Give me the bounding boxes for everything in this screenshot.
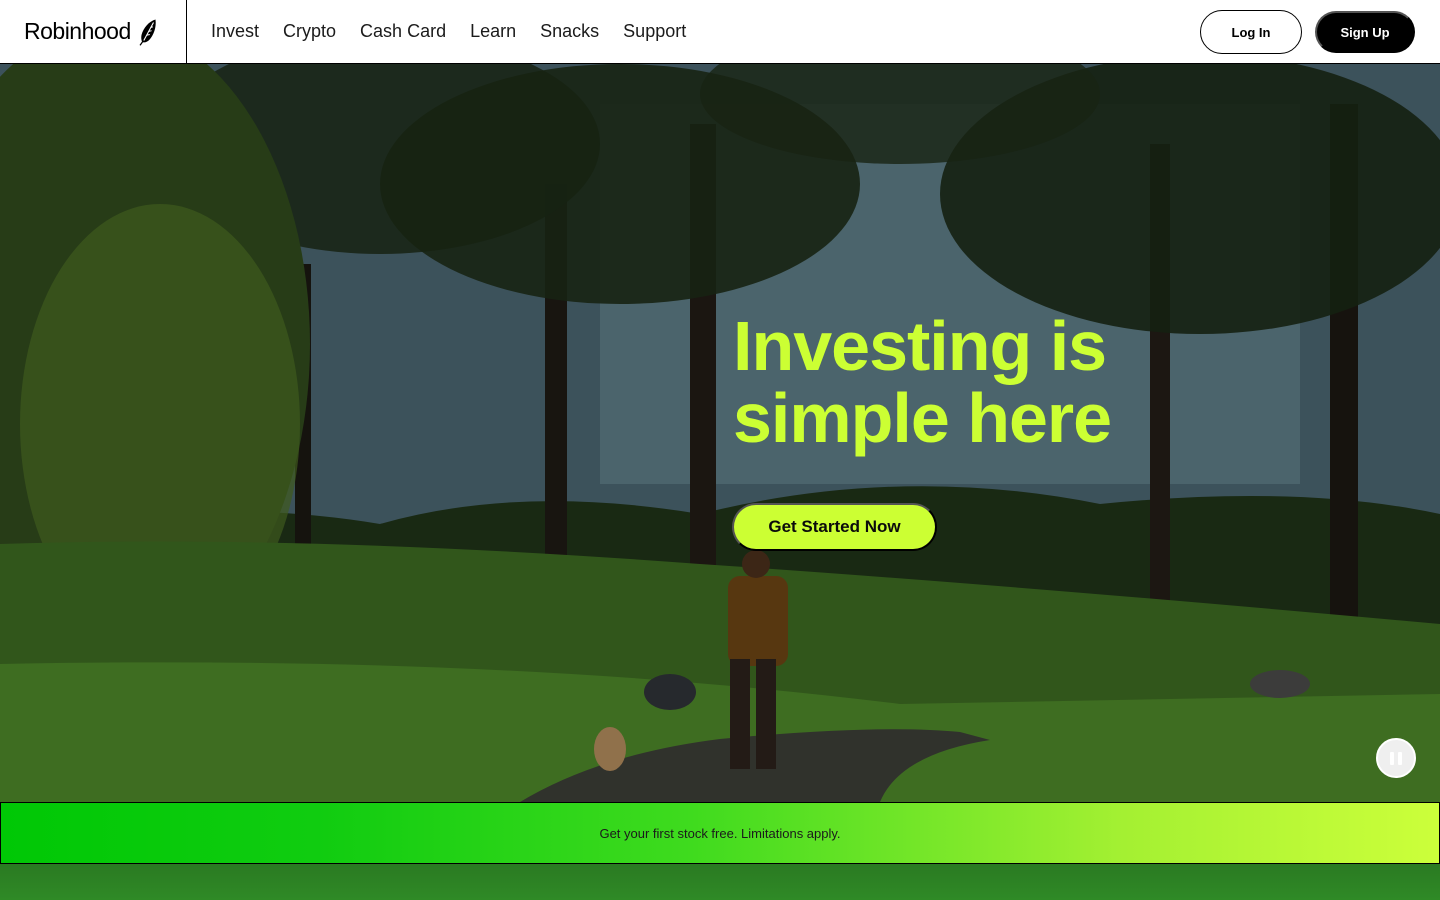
robinhood-logo[interactable]: Robinhood (0, 0, 187, 64)
login-button[interactable]: Log In (1200, 10, 1302, 54)
nav-item-learn[interactable]: Learn (470, 21, 516, 42)
site-header: Robinhood Invest Crypto Cash Card Learn … (0, 0, 1440, 64)
hero-headline-line-2: simple here (733, 379, 1112, 457)
pause-video-button[interactable] (1376, 738, 1416, 778)
hero-overlay (0, 64, 1440, 802)
hero-headline: Investing is simple here (733, 310, 1153, 454)
next-section-preview (0, 864, 1440, 900)
hero-section: Investing is simple here Get Started Now (0, 64, 1440, 802)
nav-item-invest[interactable]: Invest (211, 21, 259, 42)
nav-item-crypto[interactable]: Crypto (283, 21, 336, 42)
nav-item-snacks[interactable]: Snacks (540, 21, 599, 42)
get-started-button[interactable]: Get Started Now (732, 503, 937, 551)
promo-text: Get your first stock free. Limitations a… (599, 825, 841, 841)
nav-item-cash-card[interactable]: Cash Card (360, 21, 446, 42)
logo-wordmark: Robinhood (24, 18, 131, 44)
main-nav: Invest Crypto Cash Card Learn Snacks Sup… (211, 21, 686, 42)
feather-icon (139, 19, 156, 46)
auth-buttons: Log In Sign Up (1200, 10, 1415, 54)
signup-button[interactable]: Sign Up (1315, 11, 1415, 53)
hero-headline-line-1: Investing is (733, 307, 1107, 385)
promo-banner[interactable]: Get your first stock free. Limitations a… (0, 802, 1440, 864)
pause-icon-bar (1398, 751, 1402, 765)
pause-icon (1390, 751, 1394, 765)
nav-item-support[interactable]: Support (623, 21, 686, 42)
